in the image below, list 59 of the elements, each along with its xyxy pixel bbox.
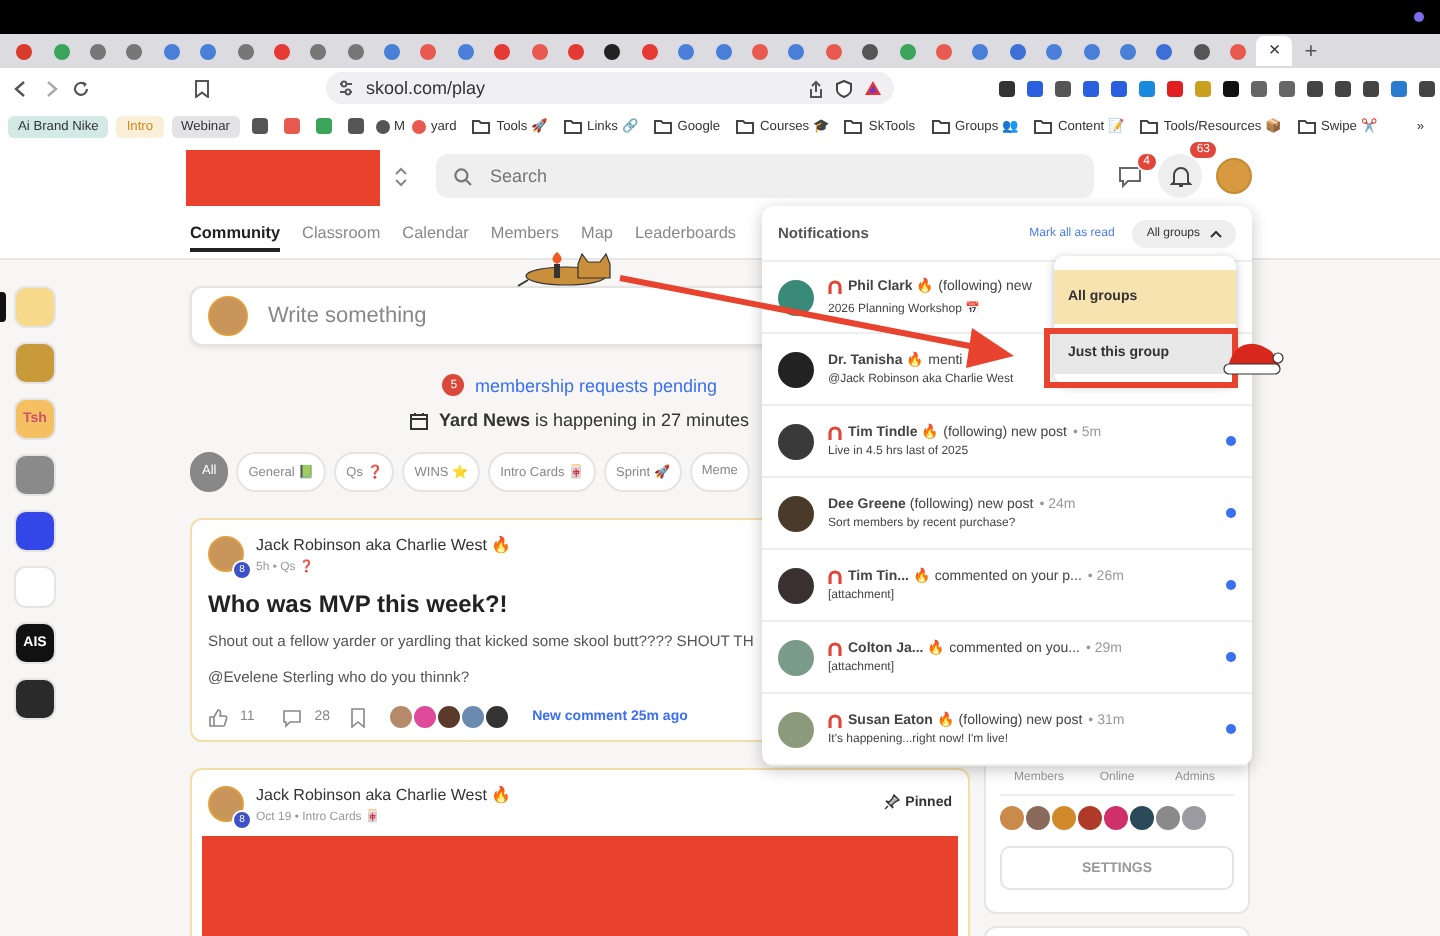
nav-tab[interactable]: Classroom xyxy=(302,224,381,252)
avatar[interactable] xyxy=(1104,806,1128,830)
back-icon[interactable] xyxy=(12,79,30,97)
shield-icon[interactable] xyxy=(836,79,852,97)
bookmark-icon[interactable] xyxy=(350,707,367,727)
post-author[interactable]: Jack Robinson aka Charlie West 🔥 xyxy=(256,786,512,804)
site-settings-icon[interactable] xyxy=(338,80,354,96)
calendar-icon xyxy=(410,411,429,429)
chat-icon[interactable] xyxy=(1118,165,1142,187)
forward-icon[interactable] xyxy=(42,79,60,97)
folder-icon[interactable] xyxy=(931,119,950,133)
post-author[interactable]: Jack Robinson aka Charlie West 🔥 xyxy=(256,536,512,554)
folder-icon[interactable] xyxy=(472,119,491,133)
avatar[interactable] xyxy=(1130,806,1154,830)
folder-icon[interactable] xyxy=(563,119,582,133)
folder-icon[interactable] xyxy=(1139,119,1158,133)
folder-icon[interactable] xyxy=(844,119,863,133)
nav-tab[interactable]: Community xyxy=(190,224,281,252)
nav-tab[interactable]: Calendar xyxy=(402,224,469,252)
nav-tab[interactable]: Map xyxy=(581,224,613,252)
avatar[interactable] xyxy=(1078,806,1102,830)
nav-tab[interactable]: Leaderboards xyxy=(634,224,736,252)
bell-icon xyxy=(1169,164,1191,188)
share-icon[interactable] xyxy=(808,79,824,97)
cat-sticker xyxy=(517,252,611,287)
avatar[interactable] xyxy=(1026,806,1050,830)
pending-requests-link[interactable]: membership requests pending xyxy=(474,375,718,395)
bookmark-icon[interactable] xyxy=(347,118,364,134)
folder-icon[interactable] xyxy=(1033,119,1052,133)
bookmark-icon[interactable] xyxy=(375,119,390,133)
folder-icon[interactable] xyxy=(736,119,755,133)
search-icon xyxy=(454,167,472,185)
comment-icon[interactable] xyxy=(282,707,303,727)
bookmark-icon[interactable] xyxy=(194,79,210,97)
recording-indicator-icon xyxy=(1414,12,1424,22)
bookmark-icon[interactable] xyxy=(315,118,332,134)
new-tab-button[interactable]: + xyxy=(1304,39,1318,63)
avatar xyxy=(208,296,248,336)
folder-icon[interactable] xyxy=(653,119,672,133)
folder-icon[interactable] xyxy=(1297,119,1315,133)
group-icon[interactable] xyxy=(16,512,54,550)
reload-icon[interactable] xyxy=(72,79,90,97)
bookmark-icon[interactable] xyxy=(283,118,300,134)
group-icon[interactable] xyxy=(16,680,54,718)
event-notice: Yard News is happening in 27 minutes xyxy=(438,410,750,430)
bookmark-icon[interactable] xyxy=(251,118,268,134)
search-field[interactable]: Search xyxy=(436,154,1094,198)
address-bar[interactable]: skool.com/play xyxy=(326,72,894,104)
chevron-up-icon xyxy=(1210,229,1222,237)
like-icon[interactable] xyxy=(208,707,228,727)
avatar xyxy=(208,786,244,822)
nav-tab[interactable]: Members xyxy=(490,224,560,252)
avatar xyxy=(208,536,244,572)
notifications-button[interactable] xyxy=(1158,154,1202,198)
bookmark-icon[interactable] xyxy=(412,119,427,133)
browser-tab[interactable]: × xyxy=(1256,36,1293,66)
url-text: skool.com/play xyxy=(366,78,486,98)
triangle-icon[interactable] xyxy=(864,80,882,96)
switch-group-icon[interactable] xyxy=(394,165,408,187)
